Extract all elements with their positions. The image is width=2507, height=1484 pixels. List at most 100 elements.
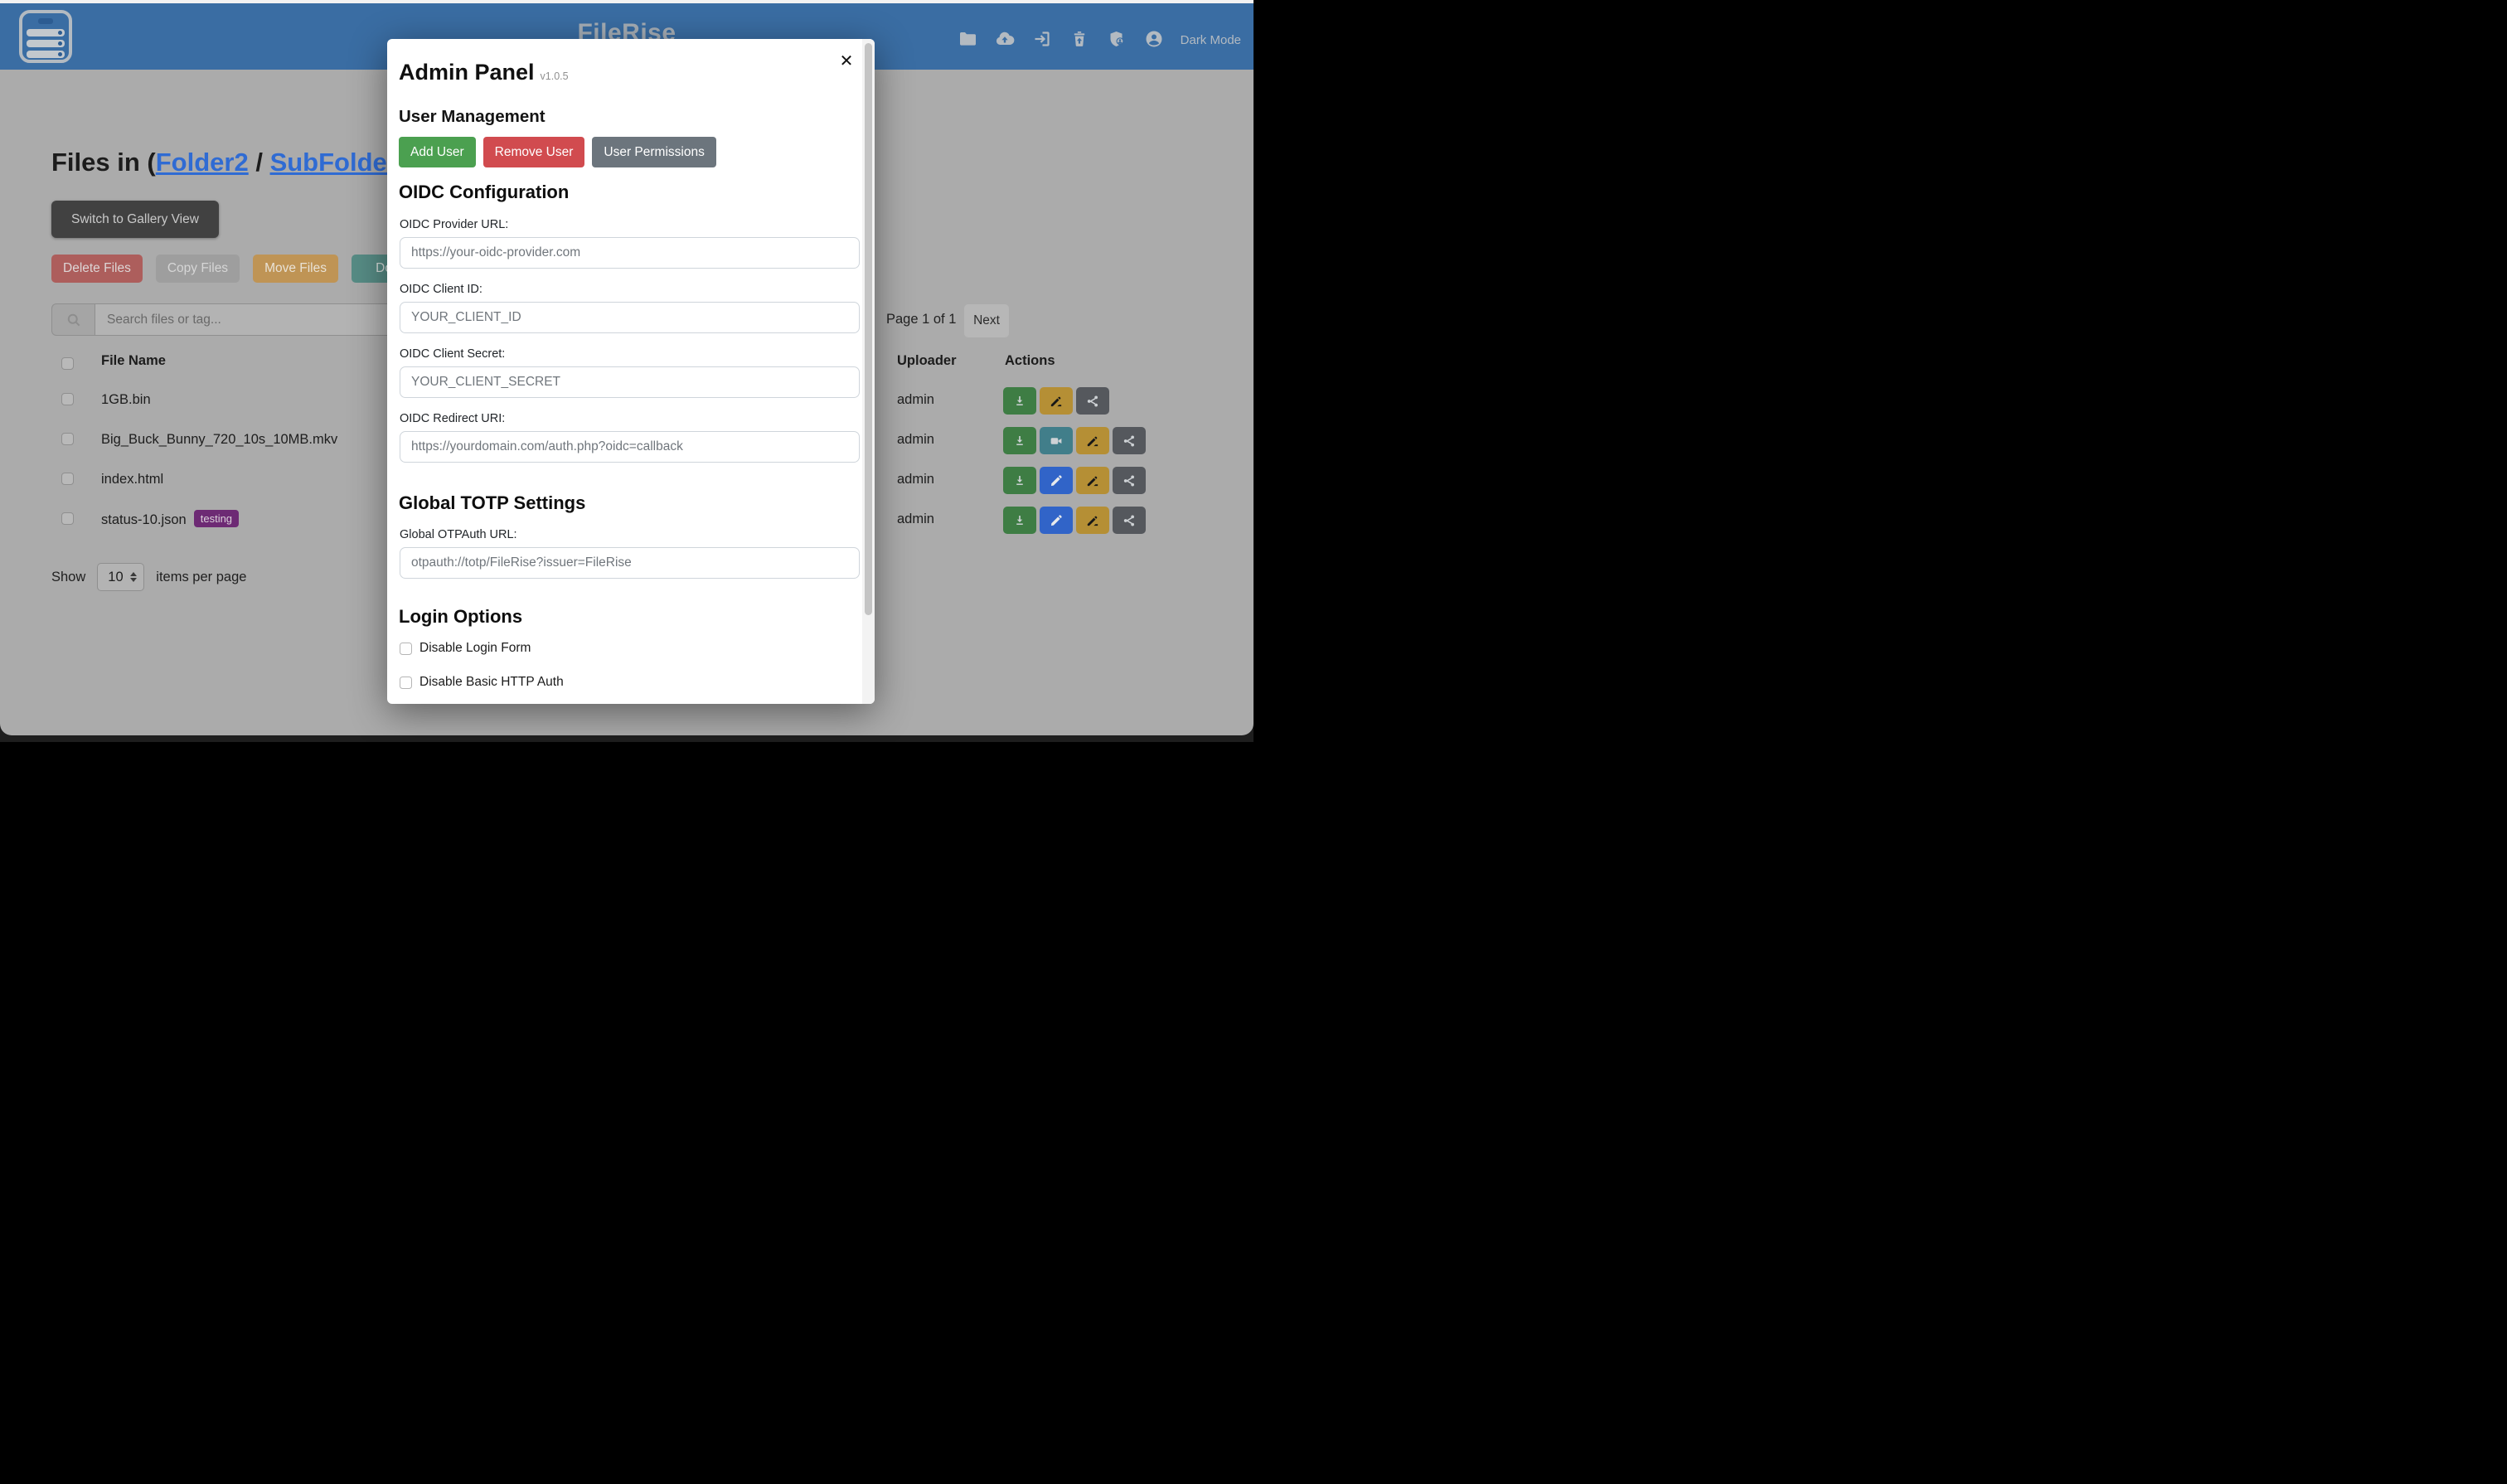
disable-basic-http-auth-checkbox[interactable] [400, 677, 412, 689]
account-circle-icon[interactable] [1144, 29, 1164, 49]
modal-scrollbar-thumb[interactable] [865, 43, 872, 615]
login-option-row: Disable Login Form [400, 641, 531, 656]
disable-login-form-checkbox[interactable] [400, 643, 412, 655]
modal-title-text: Admin Panel [399, 60, 535, 85]
edit-button[interactable] [1040, 467, 1073, 494]
dark-mode-toggle[interactable]: Dark Mode [1181, 33, 1241, 47]
download-button[interactable] [1003, 387, 1036, 415]
filerise-logo-icon[interactable] [19, 10, 72, 63]
delete-files-button[interactable]: Delete Files [51, 255, 143, 283]
show-label: Show [51, 570, 85, 585]
breadcrumb-link-folder2[interactable]: Folder2 [156, 148, 249, 177]
rename-button[interactable] [1040, 387, 1073, 415]
share-button[interactable] [1076, 387, 1109, 415]
items-per-page-value: 10 [108, 570, 123, 585]
field-label: OIDC Client Secret: [400, 347, 505, 361]
file-actions-row: Delete FilesCopy FilesMove FilesDownlo [51, 255, 443, 283]
file-name[interactable]: status-10.jsontesting [101, 512, 239, 529]
add-user-button[interactable]: Add User [399, 137, 476, 167]
file-name[interactable]: index.html [101, 472, 163, 487]
field-input[interactable] [400, 237, 860, 269]
field-label: OIDC Client ID: [400, 283, 482, 296]
items-per-page-row: Show 10 items per page [51, 562, 246, 592]
row-actions [1003, 427, 1146, 454]
rename-button[interactable] [1076, 507, 1109, 534]
user-permissions-button[interactable]: User Permissions [592, 137, 715, 167]
field-label: OIDC Redirect URI: [400, 412, 505, 425]
top-strip [0, 0, 1254, 3]
items-per-page-suffix: items per page [156, 570, 246, 585]
oidc-configuration-heading: OIDC Configuration [399, 182, 569, 203]
column-header-file-name[interactable]: File Name [101, 353, 166, 369]
row-checkbox[interactable] [61, 433, 74, 445]
admin-shield-icon[interactable] [1107, 29, 1127, 49]
uploader-cell: admin [897, 432, 934, 448]
breadcrumb-separator: / [249, 148, 270, 177]
search-icon [51, 303, 95, 336]
field-label: Global OTPAuth URL: [400, 528, 517, 541]
copy-files-button[interactable]: Copy Files [156, 255, 240, 283]
next-page-button[interactable]: Next [964, 304, 1009, 337]
file-name[interactable]: 1GB.bin [101, 392, 151, 408]
rename-button[interactable] [1076, 467, 1109, 494]
switch-gallery-view-button[interactable]: Switch to Gallery View [51, 201, 219, 238]
row-actions [1003, 387, 1109, 415]
items-per-page-select[interactable]: 10 [97, 563, 144, 591]
logo-slot [38, 18, 53, 24]
field-input[interactable] [400, 547, 860, 579]
header-toolbar [958, 29, 1164, 49]
close-icon[interactable]: ✕ [836, 51, 857, 72]
move-files-button[interactable]: Move Files [253, 255, 338, 283]
row-checkbox[interactable] [61, 473, 74, 485]
modal-title: Admin Panel v1.0.5 [399, 60, 569, 85]
row-checkbox[interactable] [61, 512, 74, 525]
login-option-row: Disable Basic HTTP Auth [400, 675, 564, 690]
field-input[interactable] [400, 366, 860, 398]
file-name[interactable]: Big_Buck_Bunny_720_10s_10MB.mkv [101, 432, 337, 448]
share-button[interactable] [1113, 507, 1146, 534]
checkbox-label: Disable Basic HTTP Auth [419, 675, 564, 690]
modal-scrollbar-track[interactable] [862, 39, 875, 704]
logo-bar [27, 29, 65, 36]
field-label: OIDC Provider URL: [400, 218, 508, 231]
trash-restore-icon[interactable] [1069, 29, 1089, 49]
logo-bar [27, 51, 65, 58]
uploader-cell: admin [897, 512, 934, 527]
share-button[interactable] [1113, 467, 1146, 494]
admin-panel-modal: Admin Panel v1.0.5 ✕ User Management Add … [387, 39, 875, 704]
modal-version: v1.0.5 [541, 70, 569, 82]
preview-video-button[interactable] [1040, 427, 1073, 454]
column-header-actions: Actions [1005, 353, 1055, 369]
sign-in-icon[interactable] [1032, 29, 1052, 49]
folder-icon[interactable] [958, 29, 977, 49]
column-header-uploader[interactable]: Uploader [897, 353, 957, 369]
remove-user-button[interactable]: Remove User [483, 137, 585, 167]
checkbox-label: Disable Login Form [419, 641, 531, 656]
upload-cloud-icon[interactable] [995, 29, 1015, 49]
download-button[interactable] [1003, 427, 1036, 454]
logo-bar [27, 40, 65, 47]
breadcrumb-prefix: Files in ( [51, 148, 156, 177]
breadcrumb: Files in (Folder2 / SubFolder2 / [51, 148, 425, 177]
pagination-status: Page 1 of 1 [886, 312, 956, 327]
uploader-cell: admin [897, 472, 934, 487]
download-button[interactable] [1003, 467, 1036, 494]
share-button[interactable] [1113, 427, 1146, 454]
select-all-checkbox[interactable] [61, 357, 74, 370]
edit-button[interactable] [1040, 507, 1073, 534]
filerise-app: FileRise Dark Mode Files in [0, 0, 1254, 742]
rename-button[interactable] [1076, 427, 1109, 454]
login-options-heading: Login Options [399, 606, 522, 628]
select-arrows-icon [130, 572, 137, 582]
row-actions [1003, 467, 1146, 494]
row-checkbox[interactable] [61, 393, 74, 405]
uploader-cell: admin [897, 392, 934, 408]
row-actions [1003, 507, 1146, 534]
download-button[interactable] [1003, 507, 1036, 534]
user-management-buttons: Add UserRemove UserUser Permissions [399, 137, 716, 167]
file-tag-badge: testing [194, 510, 239, 527]
user-management-heading: User Management [399, 107, 546, 127]
global-totp-heading: Global TOTP Settings [399, 492, 585, 514]
field-input[interactable] [400, 302, 860, 333]
field-input[interactable] [400, 431, 860, 463]
